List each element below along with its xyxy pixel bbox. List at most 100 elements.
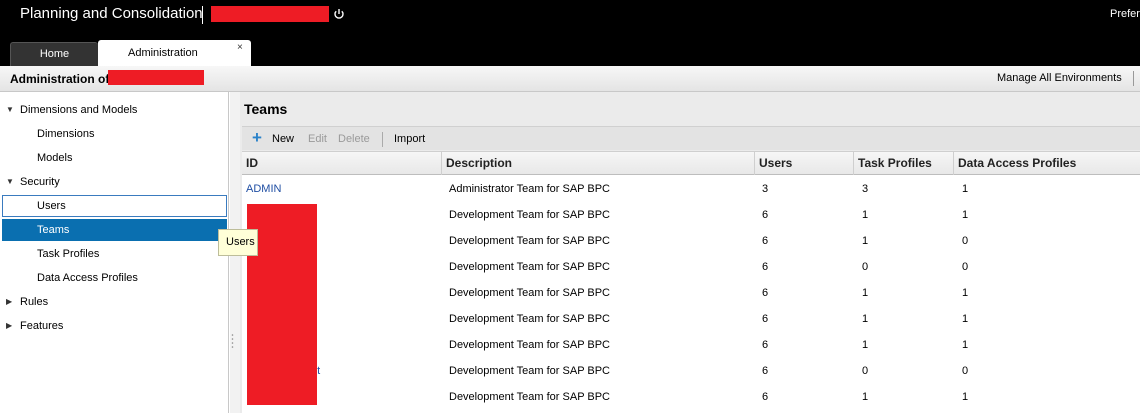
teams-toolbar: + New Edit Delete Import — [242, 126, 1140, 150]
cell-data-access-profiles: 1 — [962, 313, 969, 325]
cell-description: Development Team for SAP BPC — [449, 235, 611, 247]
close-icon[interactable]: × — [237, 42, 243, 53]
cell-data-access-profiles: 1 — [962, 209, 969, 221]
cell-description: Development Team for SAP BPC — [449, 209, 611, 221]
import-button[interactable]: Import — [394, 133, 425, 145]
cell-users: 6 — [762, 287, 769, 299]
cell-task-profiles: 0 — [862, 365, 869, 377]
cell-data-access-profiles: 1 — [962, 339, 969, 351]
teams-panel: Teams + New Edit Delete Import ID Descri… — [240, 92, 1140, 413]
edit-button[interactable]: Edit — [308, 133, 327, 145]
nav-item-label: Dimensions — [37, 128, 95, 140]
tab-administration-label: Administration — [128, 47, 198, 59]
table-row[interactable]: Development Team for SAP BPC 6 1 1 — [242, 384, 1140, 410]
cell-id[interactable] — [242, 306, 246, 332]
collapsed-arrow-icon[interactable]: ▶ — [6, 315, 12, 337]
cell-users: 3 — [762, 183, 769, 195]
cell-description: Development Team for SAP BPC — [449, 287, 611, 299]
nav-group-rules[interactable]: ▶ Rules — [0, 291, 229, 313]
cell-id[interactable] — [242, 332, 246, 358]
cell-data-access-profiles: 0 — [962, 365, 969, 377]
nav-group-label: Rules — [20, 296, 49, 308]
cell-task-profiles: 1 — [862, 235, 869, 247]
cell-users: 6 — [762, 209, 769, 221]
tab-administration[interactable]: Administration × — [98, 40, 251, 66]
cell-id[interactable] — [242, 384, 246, 410]
nav-group-label: Security — [20, 176, 60, 188]
power-icon[interactable] — [333, 8, 345, 20]
table-row[interactable]: Development Team for SAP BPC 6 1 1 — [242, 306, 1140, 332]
preferences-link[interactable]: Prefer — [1110, 8, 1140, 20]
cell-users: 6 — [762, 313, 769, 325]
top-bar: Planning and Consolidation Prefer — [0, 0, 1140, 40]
cell-task-profiles: 1 — [862, 287, 869, 299]
column-header-users[interactable]: Users — [755, 152, 854, 175]
tab-home[interactable]: Home — [10, 42, 98, 66]
cell-data-access-profiles: 1 — [962, 183, 969, 195]
nav-item-label: Models — [37, 152, 73, 164]
new-button[interactable]: New — [272, 133, 294, 145]
nav-item-models[interactable]: Models — [0, 147, 229, 169]
manage-all-environments-link[interactable]: Manage All Environments — [997, 72, 1122, 84]
nav-item-label: Data Access Profiles — [37, 272, 138, 284]
cell-data-access-profiles: 1 — [962, 287, 969, 299]
cell-description: Development Team for SAP BPC — [449, 313, 611, 325]
admin-navigation: ▼ Dimensions and Models Dimensions Model… — [0, 92, 229, 413]
nav-group-features[interactable]: ▶ Features — [0, 315, 229, 337]
cell-data-access-profiles: 0 — [962, 235, 969, 247]
cell-users: 6 — [762, 235, 769, 247]
expanded-arrow-icon[interactable]: ▼ — [6, 171, 14, 193]
nav-item-teams[interactable]: Teams — [2, 219, 227, 241]
nav-item-label: Users — [37, 200, 66, 212]
table-row[interactable]: Development Team for SAP BPC 6 1 1 — [242, 332, 1140, 358]
splitter-grip-icon[interactable] — [231, 333, 234, 349]
cell-id[interactable]: ADMIN — [242, 176, 281, 202]
cell-users: 6 — [762, 261, 769, 273]
toolbar-divider — [382, 132, 383, 147]
header-divider — [1133, 71, 1134, 86]
cell-users: 6 — [762, 339, 769, 351]
collapsed-arrow-icon[interactable]: ▶ — [6, 291, 12, 313]
administration-header: Administration of Manage All Environment… — [0, 66, 1140, 92]
redacted-environment-label — [108, 70, 204, 85]
cell-description: Development Team for SAP BPC — [449, 365, 611, 377]
table-row[interactable]: Development Team for SAP BPC 6 1 1 — [242, 202, 1140, 228]
cell-users: 6 — [762, 391, 769, 403]
nav-item-users[interactable]: Users — [2, 195, 227, 217]
plus-icon[interactable]: + — [252, 128, 262, 148]
table-row[interactable]: Development Team for SAP BPC 6 1 0 — [242, 228, 1140, 254]
table-row[interactable]: Development Team for SAP BPC 6 1 1 — [242, 280, 1140, 306]
cell-id[interactable] — [242, 280, 246, 306]
nav-item-dimensions[interactable]: Dimensions — [0, 123, 229, 145]
tooltip: Users — [218, 229, 258, 256]
page-title: Teams — [244, 101, 288, 117]
cell-task-profiles: 1 — [862, 209, 869, 221]
nav-group-label: Features — [20, 320, 64, 332]
nav-group-dimensions-and-models[interactable]: ▼ Dimensions and Models — [0, 99, 229, 121]
column-header-id[interactable]: ID — [242, 152, 442, 175]
nav-item-data-access-profiles[interactable]: Data Access Profiles — [0, 267, 229, 289]
nav-item-label: Teams — [37, 224, 70, 236]
table-row[interactable]: ntDevelopment Team for SAP BPC600 — [242, 358, 1140, 384]
teams-table: ID Description Users Task Profiles Data … — [242, 151, 1140, 413]
delete-button[interactable]: Delete — [338, 133, 370, 145]
column-header-description[interactable]: Description — [442, 152, 755, 175]
cell-id[interactable] — [242, 202, 246, 228]
administration-title: Administration of — [10, 72, 110, 86]
cell-description: Development Team for SAP BPC — [449, 339, 611, 351]
cell-task-profiles: 1 — [862, 391, 869, 403]
table-row[interactable]: sDevelopment Team for SAP BPC600 — [242, 254, 1140, 280]
expanded-arrow-icon[interactable]: ▼ — [6, 99, 14, 121]
tab-bar: Home Administration × — [0, 40, 1140, 66]
column-header-task-profiles[interactable]: Task Profiles — [854, 152, 954, 175]
column-header-data-access-profiles[interactable]: Data Access Profiles — [954, 152, 1140, 175]
app-title: Planning and Consolidation — [20, 5, 203, 22]
cell-description: Development Team for SAP BPC — [449, 391, 611, 403]
cell-users: 6 — [762, 365, 769, 377]
cell-task-profiles: 1 — [862, 339, 869, 351]
table-row[interactable]: ADMIN Administrator Team for SAP BPC 3 3 1 — [242, 176, 1140, 202]
cell-task-profiles: 0 — [862, 261, 869, 273]
nav-item-task-profiles[interactable]: Task Profiles — [0, 243, 229, 265]
cell-description: Administrator Team for SAP BPC — [449, 183, 610, 195]
nav-group-security[interactable]: ▼ Security — [0, 171, 229, 193]
